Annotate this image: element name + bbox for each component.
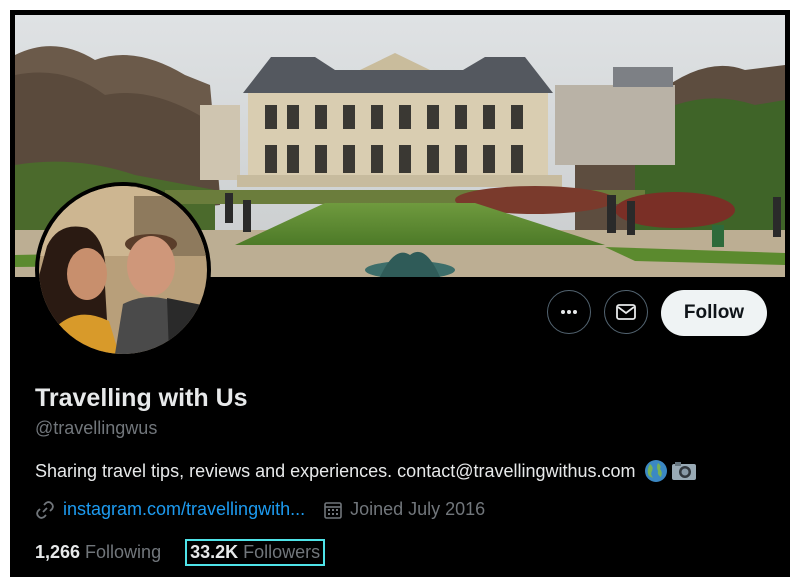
profile-stats: 1,266 Following 33.2K Followers	[35, 539, 326, 566]
envelope-icon	[616, 304, 636, 320]
website-link[interactable]: instagram.com/travellingwith...	[63, 499, 305, 520]
profile-handle: @travellingwus	[35, 418, 158, 438]
message-button[interactable]	[604, 290, 648, 334]
following-count: 1,266	[35, 542, 81, 562]
camera-icon	[671, 459, 697, 483]
bio-text: Sharing travel tips, reviews and experie…	[35, 460, 636, 481]
profile-name: Travelling with Us	[35, 384, 248, 412]
calendar-icon	[323, 500, 343, 520]
avatar-image	[39, 186, 207, 354]
follow-button[interactable]: Follow	[661, 290, 767, 336]
more-options-button[interactable]	[547, 290, 591, 334]
globe-icon	[644, 459, 668, 483]
profile-meta: instagram.com/travellingwith... Joined J…	[35, 499, 485, 520]
followers-stat[interactable]: 33.2K Followers	[185, 539, 326, 566]
profile-bio: Sharing travel tips, reviews and experie…	[35, 459, 697, 483]
followers-count: 33.2K	[190, 542, 239, 562]
joined-date: Joined July 2016	[350, 499, 486, 519]
profile-avatar[interactable]	[35, 182, 211, 358]
following-label: Following	[85, 542, 162, 562]
followers-label: Followers	[243, 542, 321, 562]
more-icon	[561, 310, 577, 314]
link-icon	[35, 500, 55, 520]
profile-frame: Follow Travelling with Us @travellingwus…	[10, 10, 790, 577]
following-stat[interactable]: 1,266 Following	[35, 542, 161, 563]
